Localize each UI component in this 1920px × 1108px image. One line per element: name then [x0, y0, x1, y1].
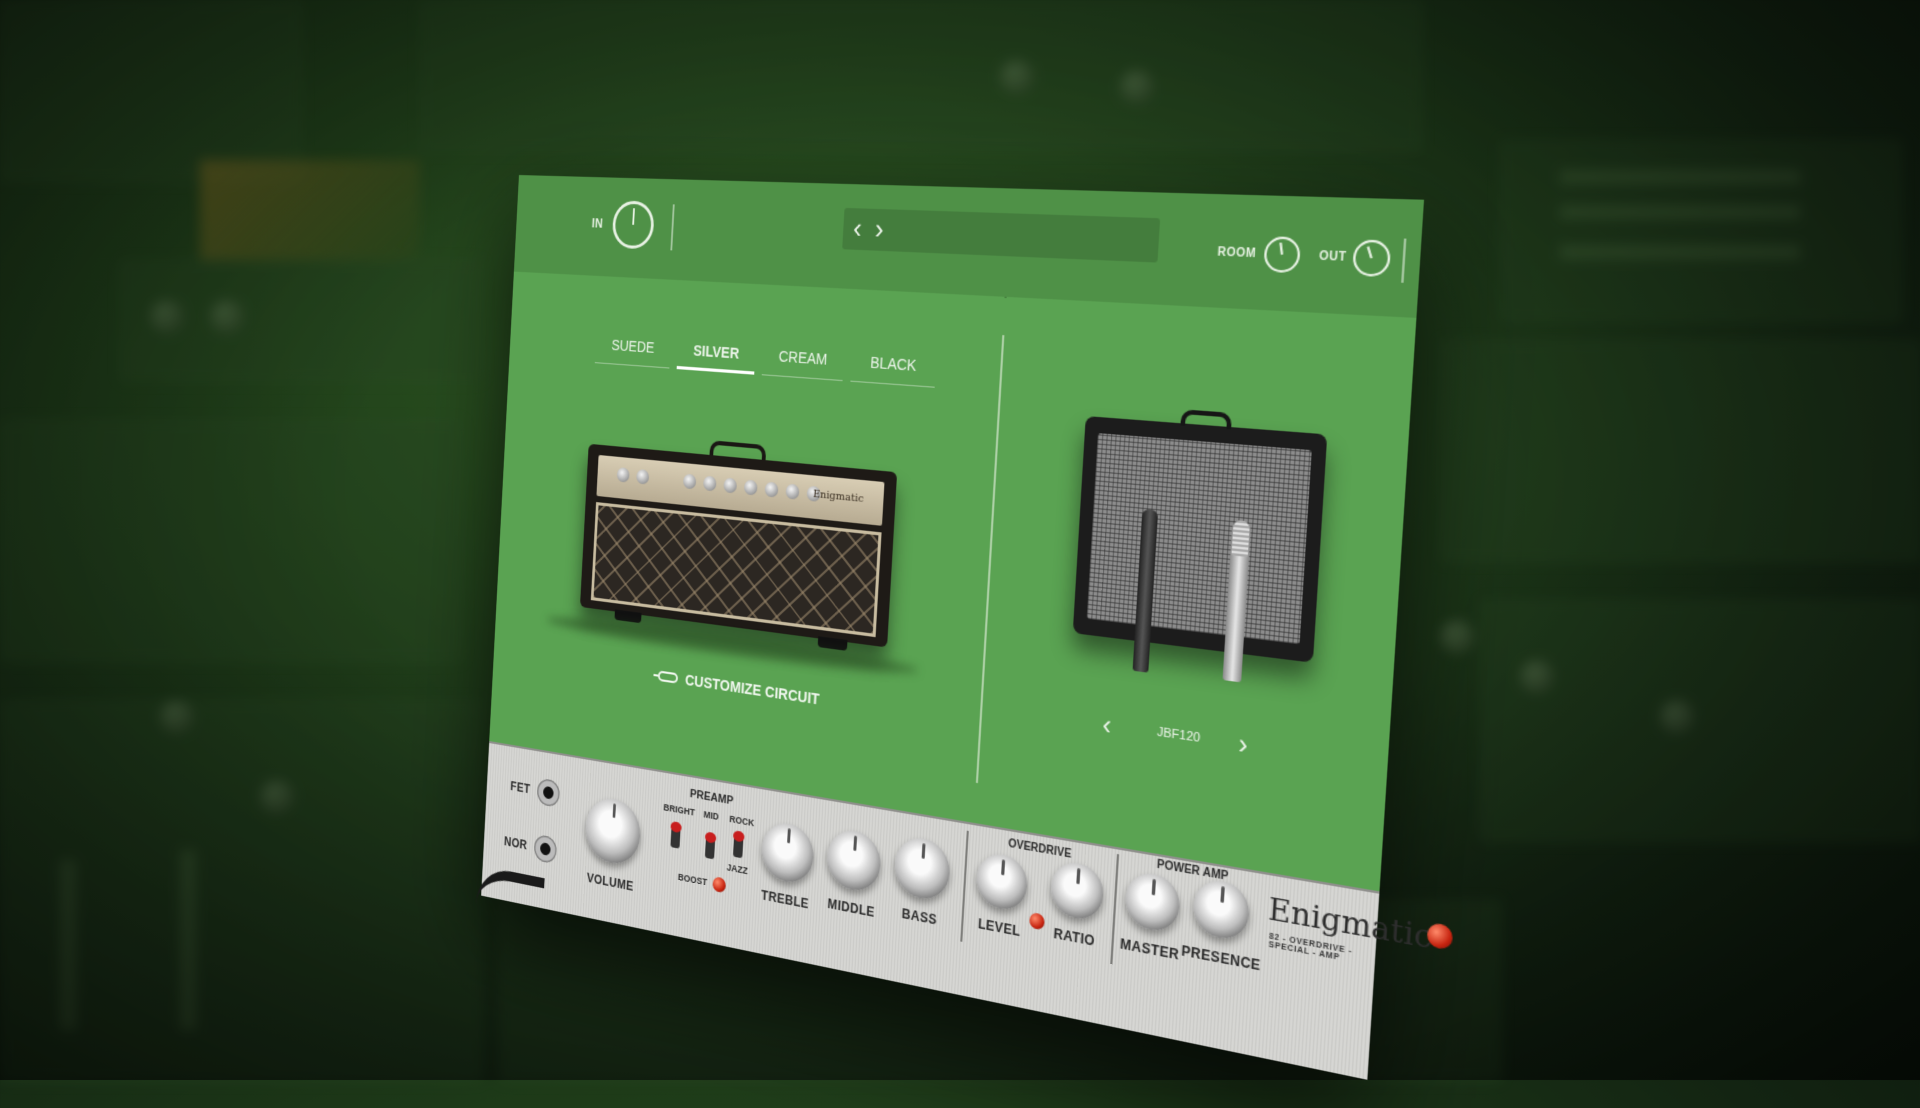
amp-mini-knob [723, 477, 738, 494]
overdrive-ratio-knob[interactable] [1049, 859, 1105, 923]
tab-silver[interactable]: SILVER [676, 340, 756, 375]
boost-led[interactable] [712, 876, 727, 894]
nor-label: NOR [503, 834, 528, 853]
bass-knob[interactable] [893, 834, 952, 904]
customize-circuit-button[interactable]: CUSTOMIZE CIRCUIT [657, 667, 820, 708]
cabinet-section: ‹ JBF120 › [975, 296, 1417, 892]
topbar-separator-right [1401, 238, 1407, 283]
customize-circuit-label: CUSTOMIZE CIRCUIT [684, 671, 820, 708]
overdrive-level-knob[interactable] [975, 850, 1029, 914]
circuit-plug-icon [657, 670, 679, 684]
preset-next-button[interactable]: › [874, 212, 885, 245]
preset-selector[interactable]: ‹ › [842, 207, 1161, 263]
rock-jazz-switch[interactable] [732, 833, 744, 859]
preset-prev-button[interactable]: ‹ [852, 211, 862, 244]
finish-tabs: SUEDE SILVER CREAM BLACK [594, 335, 937, 388]
treble-knob[interactable] [760, 819, 816, 887]
cabinet-grille [1086, 433, 1312, 645]
cabinet-image [1072, 409, 1328, 663]
fet-input-jack[interactable] [536, 777, 561, 808]
preamp-section-label: PREAMP [689, 787, 734, 808]
cabinet-handle [1180, 409, 1233, 430]
jazz-label: JAZZ [726, 861, 749, 877]
panel-divider [960, 830, 969, 942]
cabinet-next-button[interactable]: › [1237, 729, 1248, 763]
volume-label: VOLUME [586, 870, 634, 894]
rock-label: ROCK [729, 813, 755, 829]
mid-switch[interactable] [704, 834, 716, 860]
output-knob[interactable] [1352, 239, 1392, 278]
master-label: MASTER [1119, 935, 1180, 964]
tab-cream[interactable]: CREAM [761, 346, 845, 382]
amp-head-section: SUEDE SILVER CREAM BLACK Enigmatic CUSTO… [489, 271, 1005, 823]
tab-suede[interactable]: SUEDE [594, 335, 671, 369]
amp-mini-knob [616, 467, 630, 483]
fet-label: FET [509, 778, 531, 797]
amp-mini-knob [682, 473, 697, 490]
boost-label: BOOST [677, 871, 708, 888]
presence-label: PRESENCE [1180, 942, 1262, 974]
ratio-label: RATIO [1053, 925, 1096, 950]
room-knob[interactable] [1263, 236, 1302, 274]
amp-mini-knob [636, 468, 650, 485]
output-label: OUT [1318, 250, 1347, 265]
bass-label: BASS [901, 905, 938, 928]
amp-mini-knob [702, 475, 717, 492]
level-label: LEVEL [977, 915, 1021, 940]
input-label: IN [591, 216, 604, 231]
amp-mini-knob [785, 483, 800, 500]
topbar-separator [670, 204, 675, 251]
amp-mini-knob [764, 481, 779, 498]
cabinet-prev-button[interactable]: ‹ [1101, 710, 1113, 743]
middle-label: MIDDLE [827, 896, 876, 921]
amp-head-image: Enigmatic [579, 429, 898, 654]
amp-mini-knob [743, 479, 758, 496]
master-knob[interactable] [1123, 869, 1182, 935]
bright-label: BRIGHT [663, 801, 696, 818]
mid-label: MID [703, 808, 720, 823]
treble-label: TREBLE [760, 887, 810, 912]
middle-knob[interactable] [825, 826, 883, 895]
room-label: ROOM [1217, 246, 1257, 261]
amp-mini-logo: Enigmatic [812, 488, 864, 506]
presence-knob[interactable] [1191, 876, 1251, 943]
overdrive-led[interactable] [1029, 911, 1045, 931]
overdrive-section-label: OVERDRIVE [1007, 837, 1072, 862]
tab-black[interactable]: BLACK [850, 352, 937, 388]
input-gain-knob[interactable] [611, 200, 655, 250]
bright-switch[interactable] [670, 824, 681, 849]
nor-input-jack[interactable] [533, 833, 558, 865]
volume-knob[interactable] [583, 794, 642, 869]
cabinet-name: JBF120 [1156, 725, 1201, 746]
